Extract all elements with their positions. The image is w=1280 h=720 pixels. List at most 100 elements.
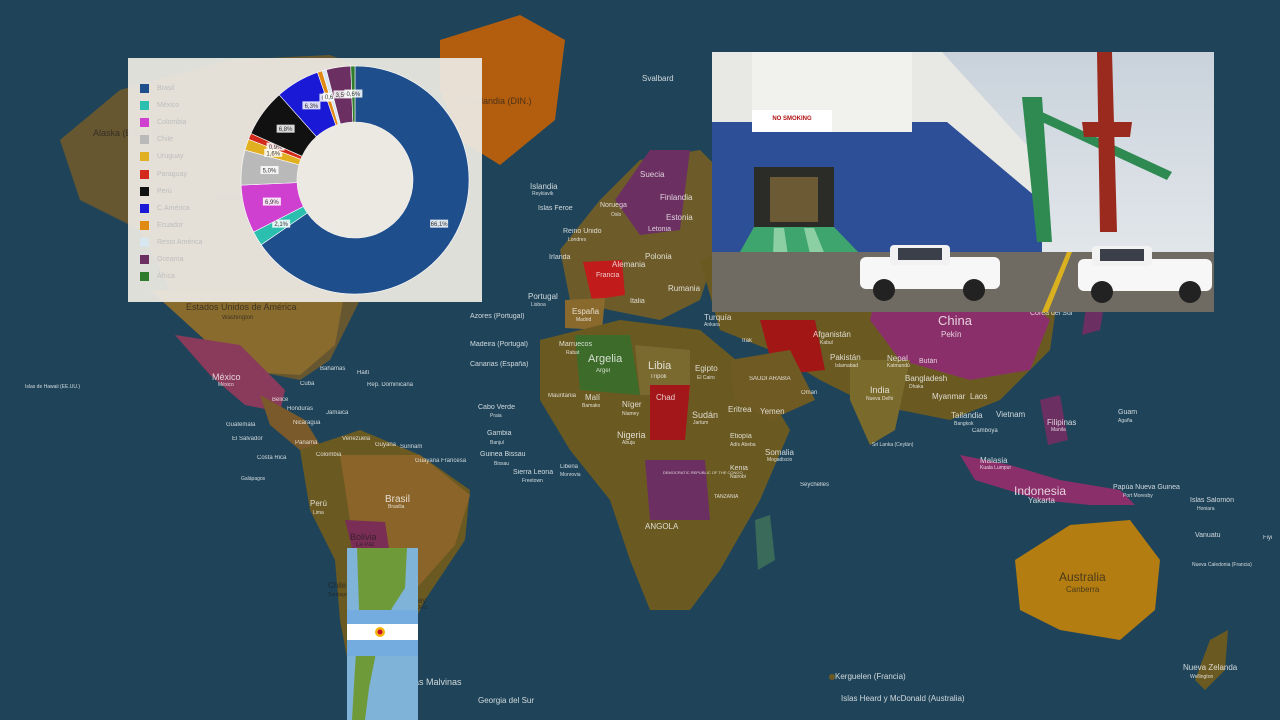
map-label-guinea-bissau: Guinea Bissau <box>480 451 526 458</box>
map-label-india: India <box>870 385 890 395</box>
map-label-nepal-cap: Katmandú <box>887 363 910 369</box>
chart-panel: Brasil México Colombia Chile Uruguay Paraguay… <box>128 58 482 302</box>
map-label-irak: Irak <box>742 338 753 344</box>
map-label-honduras: Honduras <box>287 406 314 412</box>
map-label-nueva-zelanda-cap: Wellington <box>1190 674 1214 680</box>
map-label-angola: ANGOLA <box>645 522 679 531</box>
map-label-marruecos-cap: Rabat <box>566 350 580 356</box>
donut-data-label-text: 6,8% <box>279 127 293 133</box>
map-label-mexico-cap: México <box>218 382 234 388</box>
map-label-yemen: Yemen <box>760 407 785 416</box>
map-label-bahamas: Bahamas <box>320 366 346 372</box>
ro-ro-ship-photo: NO SMOKING <box>712 52 1214 312</box>
donut-data-label-text: 66,1% <box>431 222 449 228</box>
map-label-cuba: Cuba <box>300 381 315 387</box>
map-label-georgia-del-sur: Georgia del Sur <box>478 696 535 705</box>
map-label-venezuela: Venezuela <box>342 436 371 442</box>
map-label-vanuatu: Vanuatu <box>1195 532 1221 539</box>
map-label-bolivia: Bolivia <box>350 532 377 542</box>
map-label-pakistan: Pakistán <box>830 353 861 362</box>
map-label-galapagos: Galápagos <box>241 476 266 482</box>
argentina-strip <box>347 548 418 720</box>
map-label-butan: Bután <box>919 358 938 365</box>
map-label-jamaica: Jamaica <box>326 410 349 416</box>
map-label-islandia: Islandia <box>530 182 558 191</box>
map-label-tanzania: TANZANIA <box>714 494 739 500</box>
map-label-rep-dem-congo: DEMOCRATIC REPUBLIC OF THE CONGO <box>663 470 743 475</box>
map-label-oman: Omán <box>801 390 818 396</box>
map-label-malasia-cap: Kuala Lumpur <box>980 465 1012 471</box>
map-label-portugal: Portugal <box>528 292 558 301</box>
map-label-etiopia: Etiopía <box>730 433 752 440</box>
map-label-hawaii: Islas de Hawaii (EE.UU.) <box>25 384 81 390</box>
map-label-afganistan: Afganistán <box>813 330 851 339</box>
map-label-afganistan-cap: Kabul <box>820 340 833 346</box>
map-label-nueva-zelanda: Nueva Zelanda <box>1183 663 1238 672</box>
flag-top-stripe <box>347 610 418 624</box>
donut-data-label: 66,1% <box>430 219 449 228</box>
map-label-colombia: Colombia <box>316 452 342 458</box>
map-label-sudan-cap: Jartum <box>693 420 709 426</box>
donut-hole <box>297 122 413 238</box>
map-label-mauritania: Mauritania <box>548 393 577 399</box>
map-label-kerguelen: Kerguelen (Francia) <box>835 672 906 681</box>
map-label-egipto-cap: El Cairo <box>697 375 715 381</box>
map-label-portugal-cap: Lisboa <box>531 302 546 308</box>
map-label-sri-lanka: Sri Lanka (Ceylán) <box>872 442 914 448</box>
map-label-nigeria: Nigeria <box>617 430 646 440</box>
donut-data-label-text: 2,1% <box>274 222 288 228</box>
map-label-india-cap: Nueva Delhi <box>866 396 894 402</box>
donut-chart: 66,1%2,1%6,9%5,0%1,6%0,9%6,8%6,3%0,7%0,6… <box>240 65 470 295</box>
map-label-islas-heard: Islas Heard y McDonald (Australia) <box>841 694 965 703</box>
map-label-egipto: Egipto <box>695 364 718 373</box>
map-label-nepal: Nepal <box>887 354 908 363</box>
donut-data-label: 5,0% <box>260 166 279 175</box>
map-label-turquia: Turquía <box>704 313 732 322</box>
map-label-azores: Azores (Portugal) <box>470 313 525 320</box>
map-label-libia: Libia <box>648 360 672 372</box>
map-label-canarias: Canarias (España) <box>470 361 529 368</box>
map-label-guyana: Guyana <box>375 442 397 448</box>
ship-sign-text: NO SMOKING <box>772 116 812 122</box>
map-label-estonia: Estonia <box>666 213 693 222</box>
map-label-estados-unidos: Estados Unidos de América <box>186 302 297 312</box>
map-label-costa-rica: Costa Rica <box>257 455 287 461</box>
map-label-australia: Australia <box>1059 570 1106 584</box>
map-label-liberia-cap: Monrovia <box>560 472 581 478</box>
map-label-laos: Laos <box>970 392 988 401</box>
map-label-islas-salomon-cap: Honiara <box>1197 506 1215 512</box>
map-label-svalbard: Svalbard <box>642 74 674 83</box>
map-label-chile: Chile <box>328 581 347 590</box>
map-label-camboya: Camboya <box>972 428 998 434</box>
donut-data-label: 6,9% <box>262 197 281 206</box>
map-label-pakistan-cap: Islamabad <box>835 363 859 369</box>
map-label-brasil-cap: Brasilia <box>388 504 405 510</box>
map-label-arabia-saudita: SAUDI ARABIA <box>749 376 791 382</box>
map-label-peru-cap: Lima <box>313 510 324 516</box>
map-label-tailandia-cap: Bangkok <box>954 421 974 427</box>
map-label-islas-feroe: Islas Feroe <box>538 205 573 212</box>
map-label-china: China <box>938 313 972 328</box>
map-label-eritrea: Eritrea <box>728 405 752 414</box>
map-label-guinea-bissau-cap: Bissau <box>494 461 510 467</box>
map-label-cabo-verde-cap: Praia <box>490 413 502 419</box>
map-label-rumania: Rumania <box>668 284 701 293</box>
map-label-alemania: Alemania <box>612 260 646 269</box>
map-label-rep-dominicana: Rep. Dominicana <box>367 382 414 388</box>
map-label-nueva-caledonia: Nueva Caledonia (Francia) <box>1192 562 1252 568</box>
map-label-sierra-leona: Sierra Leona <box>513 469 554 476</box>
map-label-guayana-francesa: Guayana Francesa <box>415 458 467 464</box>
map-label-belice: Belice <box>272 397 289 403</box>
map-label-australia-cap: Canberra <box>1066 585 1100 594</box>
map-label-argelia: Argelia <box>588 353 623 365</box>
map-label-letonia: Letonia <box>648 226 671 233</box>
map-label-madeira: Madeira (Portugal) <box>470 341 528 348</box>
map-label-seychelles: Seychelles <box>800 482 830 488</box>
map-label-irlanda: Irlanda <box>549 254 571 261</box>
map-label-malasia: Malasia <box>980 456 1008 465</box>
map-label-finlandia: Finlandia <box>660 193 693 202</box>
map-label-sudan: Sudán <box>692 410 719 420</box>
map-label-reino-unido: Reino Unido <box>563 228 602 235</box>
donut-data-label: 6,3% <box>302 101 321 110</box>
map-label-chad: Chad <box>656 393 676 402</box>
